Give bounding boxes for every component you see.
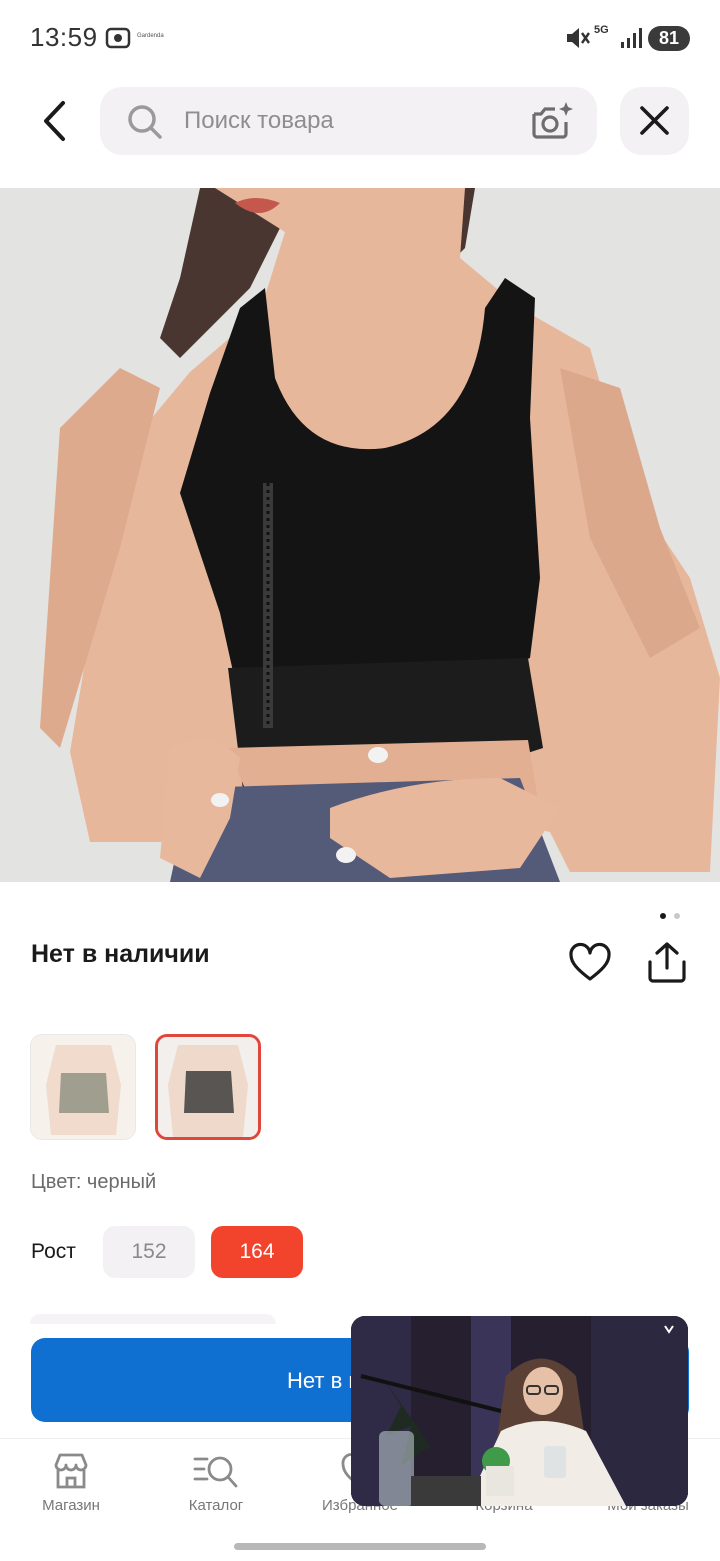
- screenshot-icon: [105, 27, 131, 49]
- nav-label: Магазин: [42, 1497, 100, 1514]
- color-thumbnail-1[interactable]: [30, 1034, 136, 1140]
- partially-hidden-element: [30, 1314, 276, 1324]
- signal-icon: [621, 28, 642, 48]
- search-icon: [128, 105, 162, 139]
- thumbnail-image: [31, 1035, 135, 1139]
- image-pagination: [660, 913, 684, 921]
- nav-item-catalog[interactable]: Каталог: [146, 1451, 286, 1531]
- heart-icon: [569, 942, 611, 981]
- mute-icon: [567, 28, 590, 48]
- size-option-152[interactable]: 152: [103, 1226, 195, 1278]
- search-input[interactable]: [184, 100, 504, 142]
- pagination-dot-active: [660, 913, 666, 919]
- nav-label: Каталог: [188, 1497, 244, 1514]
- color-thumbnail-2-selected[interactable]: [155, 1034, 261, 1140]
- thumbnail-image: [158, 1037, 258, 1137]
- product-photo-illustration: [0, 188, 720, 882]
- availability-status: Нет в наличии: [31, 940, 210, 968]
- store-icon: [54, 1453, 88, 1489]
- camera-search-icon[interactable]: [528, 100, 574, 142]
- back-button[interactable]: [36, 98, 76, 144]
- color-label: Цвет: черный: [31, 1171, 157, 1193]
- catalog-search-icon: [193, 1456, 238, 1488]
- close-icon: [640, 106, 669, 135]
- favorite-button[interactable]: [568, 942, 612, 984]
- size-option-164-selected[interactable]: 164: [211, 1226, 303, 1278]
- pip-video-player[interactable]: [351, 1316, 688, 1506]
- status-app-label: Gardenda: [137, 33, 164, 39]
- pagination-dot: [674, 913, 680, 919]
- share-button[interactable]: [646, 940, 688, 984]
- nav-item-store[interactable]: Магазин: [1, 1451, 141, 1531]
- status-time: 13:59: [30, 22, 98, 52]
- battery-indicator: 81: [648, 26, 690, 51]
- product-image[interactable]: [0, 188, 720, 882]
- video-frame: [351, 1316, 688, 1506]
- buy-button-label: Нет в н: [287, 1368, 361, 1393]
- home-indicator[interactable]: [234, 1543, 486, 1550]
- height-label: Рост: [31, 1240, 76, 1263]
- close-button[interactable]: [620, 87, 689, 155]
- network-type: 5G: [594, 24, 609, 36]
